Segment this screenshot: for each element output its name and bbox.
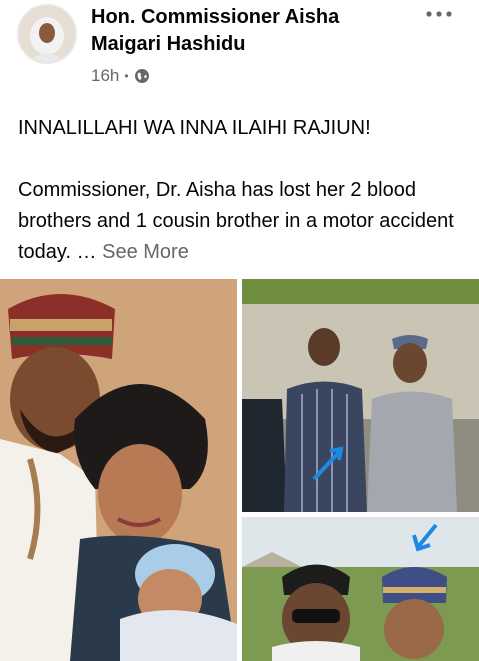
post-body: INNALILLAHI WA INNA ILAIHI RAJIUN! Commi… xyxy=(18,113,468,268)
post-time[interactable]: 16h xyxy=(91,66,119,86)
photo-two-men-outdoors[interactable] xyxy=(242,517,479,661)
globe-icon xyxy=(134,69,149,83)
photo-couple-with-baby[interactable] xyxy=(0,279,237,661)
author-name[interactable]: Hon. Commissioner Aisha Maigari Hashidu xyxy=(91,4,411,58)
see-more-link[interactable]: See More xyxy=(102,241,189,263)
post-meta: 16h • xyxy=(91,66,150,86)
post-header: Hon. Commissioner Aisha Maigari Hashidu … xyxy=(0,0,479,100)
post-line-1: INNALILLAHI WA INNA ILAIHI RAJIUN! xyxy=(18,117,371,139)
profile-avatar[interactable] xyxy=(17,4,77,64)
photo-grid xyxy=(0,279,479,661)
photo-two-men-standing[interactable] xyxy=(242,279,479,512)
post-line-2: Commissioner, Dr. Aisha has lost her 2 b… xyxy=(18,175,468,268)
meta-separator: • xyxy=(124,69,129,83)
post-paragraph: Commissioner, Dr. Aisha has lost her 2 b… xyxy=(18,179,454,263)
more-options-icon[interactable] xyxy=(425,6,453,22)
